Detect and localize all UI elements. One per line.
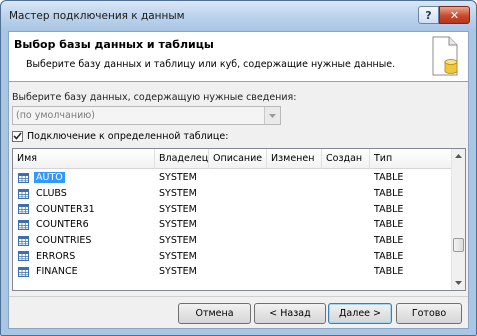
scroll-down-arrow-icon[interactable] [452,276,465,290]
table-name-cell: COUNTER6 [13,219,155,230]
table-row[interactable]: COUNTRIES SYSTEM TABLE [13,233,452,249]
table-row[interactable]: FINANCE SYSTEM TABLE [13,264,452,280]
table-name-cell: AUTO [13,172,155,184]
table-row[interactable]: COUNTER6 SYSTEM TABLE [13,217,452,233]
connect-table-checkbox[interactable] [12,130,23,142]
table-icon [18,235,29,246]
wizard-body: Выбор базы данных и таблицы Выберите баз… [8,31,469,329]
table-name: COUNTER31 [36,203,95,215]
table-type: TABLE [374,250,404,262]
table-type: TABLE [374,203,404,215]
table-rows: AUTO SYSTEM TABLE CLUBS SYSTEM TABLE COU… [13,170,452,280]
table-owner: SYSTEM [159,203,197,215]
table-owner: SYSTEM [159,266,197,278]
help-button[interactable]: ? [418,6,439,24]
table-row[interactable]: AUTO SYSTEM TABLE [13,170,452,186]
table-type: TABLE [374,266,404,278]
tables-list[interactable]: Имя Владелец Описание Изменен Создан Тип… [12,148,466,291]
scroll-up-arrow-icon[interactable] [452,149,465,163]
table-name: COUNTRIES [36,235,92,247]
table-header: Имя Владелец Описание Изменен Создан Тип [13,149,452,169]
table-name-cell: COUNTRIES [13,235,155,246]
table-row[interactable]: CLUBS SYSTEM TABLE [13,186,452,202]
button-bar: Отмена < Назад Далее > Готово [9,296,468,329]
table-type: TABLE [374,188,404,200]
table-icon [18,204,29,215]
close-button[interactable]: ✕ [439,6,470,24]
database-select[interactable]: (по умолчанию) [12,106,281,125]
table-name: CLUBS [36,188,67,200]
table-icon [18,172,29,183]
page-subtitle: Выберите базу данных и таблицу или куб, … [26,59,396,70]
table-icon [18,266,29,277]
table-name: ERRORS [36,250,76,262]
table-icon [18,188,29,199]
next-button[interactable]: Далее > [328,303,392,324]
connect-table-option[interactable]: Подключение к определенной таблице: [12,129,228,143]
wizard-header: Выбор базы данных и таблицы Выберите баз… [9,32,468,82]
table-name: AUTO [34,172,65,184]
column-header-name[interactable]: Имя [13,149,155,169]
table-name-cell: FINANCE [13,266,155,277]
table-name: FINANCE [36,266,78,278]
vertical-scrollbar[interactable] [451,149,465,290]
table-owner: SYSTEM [159,235,197,247]
table-icon [18,219,29,230]
database-document-icon [432,36,458,76]
cancel-button[interactable]: Отмена [178,303,251,324]
table-icon [18,251,29,262]
table-owner: SYSTEM [159,188,197,200]
table-owner: SYSTEM [159,250,197,262]
chevron-down-icon[interactable] [264,107,280,124]
table-name-cell: CLUBS [13,188,155,199]
column-header-owner[interactable]: Владелец [155,149,209,169]
table-name-cell: ERRORS [13,251,155,262]
scrollbar-thumb[interactable] [453,238,464,252]
column-header-modified[interactable]: Изменен [267,149,322,169]
page-title: Выбор базы данных и таблицы [14,38,214,51]
connect-table-label: Подключение к определенной таблице: [27,130,229,142]
back-button[interactable]: < Назад [254,303,326,324]
title-bar[interactable]: Мастер подключения к данным ? ✕ [1,1,476,31]
table-row[interactable]: ERRORS SYSTEM TABLE [13,248,452,264]
finish-button[interactable]: Готово [396,303,462,324]
wizard-window: Мастер подключения к данным ? ✕ Выбор ба… [0,0,477,336]
table-owner: SYSTEM [159,172,197,184]
table-type: TABLE [374,172,404,184]
table-type: TABLE [374,235,404,247]
column-header-description[interactable]: Описание [209,149,267,169]
database-label: Выберите базу данных, содержащую нужные … [12,92,297,103]
column-header-type[interactable]: Тип [370,149,452,169]
table-owner: SYSTEM [159,219,197,231]
table-name: COUNTER6 [36,219,89,231]
window-title: Мастер подключения к данным [9,10,185,22]
table-type: TABLE [374,219,404,231]
table-name-cell: COUNTER31 [13,204,155,215]
database-select-value: (по умолчанию) [16,110,95,121]
table-row[interactable]: COUNTER31 SYSTEM TABLE [13,201,452,217]
column-header-created[interactable]: Создан [322,149,370,169]
